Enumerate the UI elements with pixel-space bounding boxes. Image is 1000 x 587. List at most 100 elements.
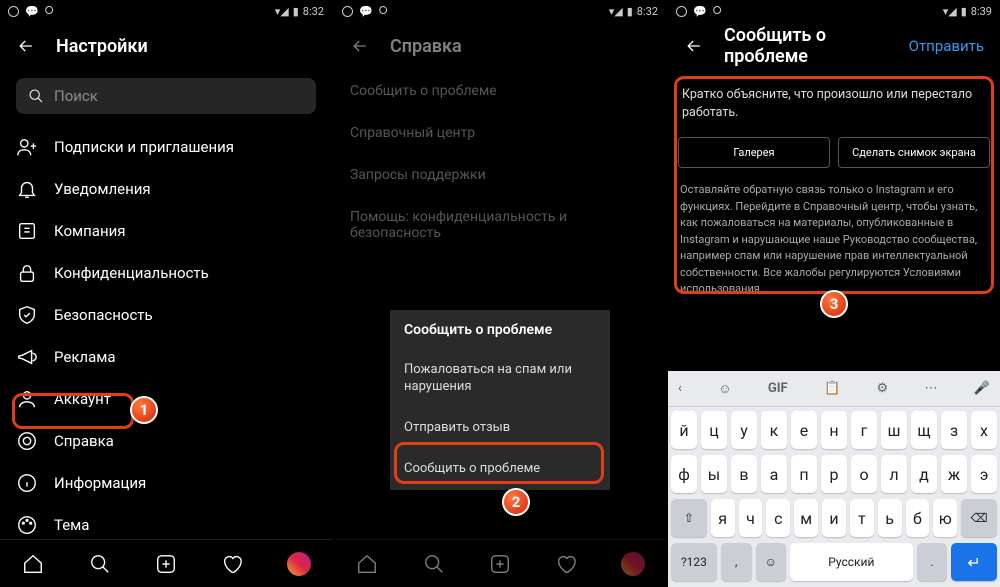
phone-settings: 💬⭘ ▾◢▮8:32 Настройки Поиск Подписки и пр… [0,0,332,587]
heart-icon[interactable] [554,552,578,576]
back-icon[interactable] [684,36,704,56]
bell-icon [16,178,38,200]
key-letter[interactable]: д [911,455,937,493]
help-item-requests[interactable]: Запросы поддержки [334,154,666,196]
key-letter[interactable]: е [791,411,817,449]
bottom-nav [0,539,332,587]
key-letter[interactable]: г [851,411,877,449]
menu-security[interactable]: Безопасность [0,294,332,336]
kb-clipboard-icon[interactable]: 📋 [824,381,840,396]
menu-ads[interactable]: Реклама [0,336,332,378]
key-letter[interactable]: т [850,499,874,537]
key-emoji[interactable]: ☺ [756,543,787,581]
search-input[interactable]: Поиск [16,78,316,114]
popup-report[interactable]: Сообщить о проблеме [390,449,610,490]
key-letter[interactable]: л [881,455,907,493]
home-icon[interactable] [21,552,45,576]
create-icon[interactable] [154,552,178,576]
key-letter[interactable]: ь [878,499,902,537]
key-letter[interactable]: п [791,455,817,493]
key-comma[interactable]: , [721,543,752,581]
search-icon[interactable] [88,552,112,576]
key-letter[interactable]: ц [701,411,727,449]
clock: 8:32 [303,5,324,18]
gallery-button[interactable]: Галерея [678,137,830,168]
key-letter[interactable]: н [821,411,847,449]
key-letter[interactable]: я [711,499,735,537]
create-icon[interactable] [488,552,512,576]
key-letter[interactable]: х [971,411,997,449]
key-letter[interactable]: с [766,499,790,537]
menu-help[interactable]: Справка [0,420,332,462]
send-button[interactable]: Отправить [909,37,984,55]
menu-info[interactable]: Информация [0,462,332,504]
statusbar: 💬⭘ ▾◢▮8:32 [0,0,332,22]
kb-mic-icon[interactable]: 🎤 [974,381,990,396]
popup-title: Сообщить о проблеме [390,310,610,350]
report-content: Кратко объясните, что произошло или пере… [668,70,1000,371]
key-letter[interactable]: ч [739,499,763,537]
key-space[interactable]: Русский [790,543,912,581]
kb-more-icon[interactable]: ⋯ [924,381,937,396]
menu-notifications[interactable]: Уведомления [0,168,332,210]
key-letter[interactable]: м [794,499,818,537]
kb-sticker-icon[interactable]: ☺ [718,381,731,397]
menu-account[interactable]: Аккаунт [0,378,332,420]
key-letter[interactable]: щ [911,411,937,449]
key-letter[interactable]: и [822,499,846,537]
bottom-nav [334,539,666,587]
profile-icon[interactable] [621,552,645,576]
help-item-center[interactable]: Справочный центр [334,112,666,154]
user-icon [16,388,38,410]
back-icon[interactable] [16,36,36,56]
home-icon[interactable] [355,552,379,576]
popup-feedback[interactable]: Отправить отзыв [390,408,610,449]
key-letter[interactable]: й [671,411,697,449]
help-content: Сообщить о проблеме Справочный центр Зап… [334,70,666,539]
key-letter[interactable]: к [761,411,787,449]
statusbar: 💬⭘ ▾◢▮8:39 [668,0,1000,22]
menu-privacy[interactable]: Конфиденциальность [0,252,332,294]
key-numbers[interactable]: ?123 [671,543,717,581]
back-icon[interactable] [350,36,370,56]
key-period[interactable]: . [917,543,948,581]
key-enter[interactable]: ↵ [951,543,997,581]
heart-icon[interactable] [220,552,244,576]
key-backspace[interactable]: ⌫ [961,499,997,537]
help-icon [16,430,38,452]
menu-theme[interactable]: Тема [0,504,332,539]
key-letter[interactable]: а [761,455,787,493]
key-letter[interactable]: ш [881,411,907,449]
menu-company[interactable]: Компания [0,210,332,252]
key-letter[interactable]: у [731,411,757,449]
profile-icon[interactable] [287,552,311,576]
report-prompt: Кратко объясните, что произошло или пере… [678,80,990,127]
screenshot-button[interactable]: Сделать снимок экрана [838,137,990,168]
kb-settings-icon[interactable]: ⚙ [877,381,889,396]
key-letter[interactable]: о [851,455,877,493]
key-shift[interactable]: ⇧ [671,499,707,537]
header: Сообщить о проблеме Отправить [668,22,1000,70]
settings-content: Поиск Подписки и приглашения Уведомления… [0,70,332,539]
key-letter[interactable]: ю [933,499,957,537]
key-letter[interactable]: ы [701,455,727,493]
key-letter[interactable]: ф [671,455,697,493]
key-letter[interactable]: з [941,411,967,449]
key-letter[interactable]: р [821,455,847,493]
kb-chevron-icon[interactable]: ‹ [678,381,682,396]
badge-3: 3 [820,290,848,318]
key-letter[interactable]: б [906,499,930,537]
page-title: Справка [390,36,650,57]
key-letter[interactable]: э [971,455,997,493]
search-icon[interactable] [422,552,446,576]
kb-gif-icon[interactable]: GIF [768,381,788,396]
keyboard-toolbar: ‹ ☺ GIF 📋 ⚙ ⋯ 🎤 [668,371,1000,407]
menu-subscriptions[interactable]: Подписки и приглашения [0,126,332,168]
building-icon [16,220,38,242]
key-letter[interactable]: в [731,455,757,493]
help-item-privacy[interactable]: Помощь: конфиденциальность и безопасност… [334,196,666,254]
keyboard[interactable]: ‹ ☺ GIF 📋 ⚙ ⋯ 🎤 йцукенгшщзх фывапролджэ … [668,371,1000,587]
key-letter[interactable]: ж [941,455,967,493]
popup-spam[interactable]: Пожаловаться на спам или нарушения [390,350,610,408]
help-item-report[interactable]: Сообщить о проблеме [334,70,666,112]
